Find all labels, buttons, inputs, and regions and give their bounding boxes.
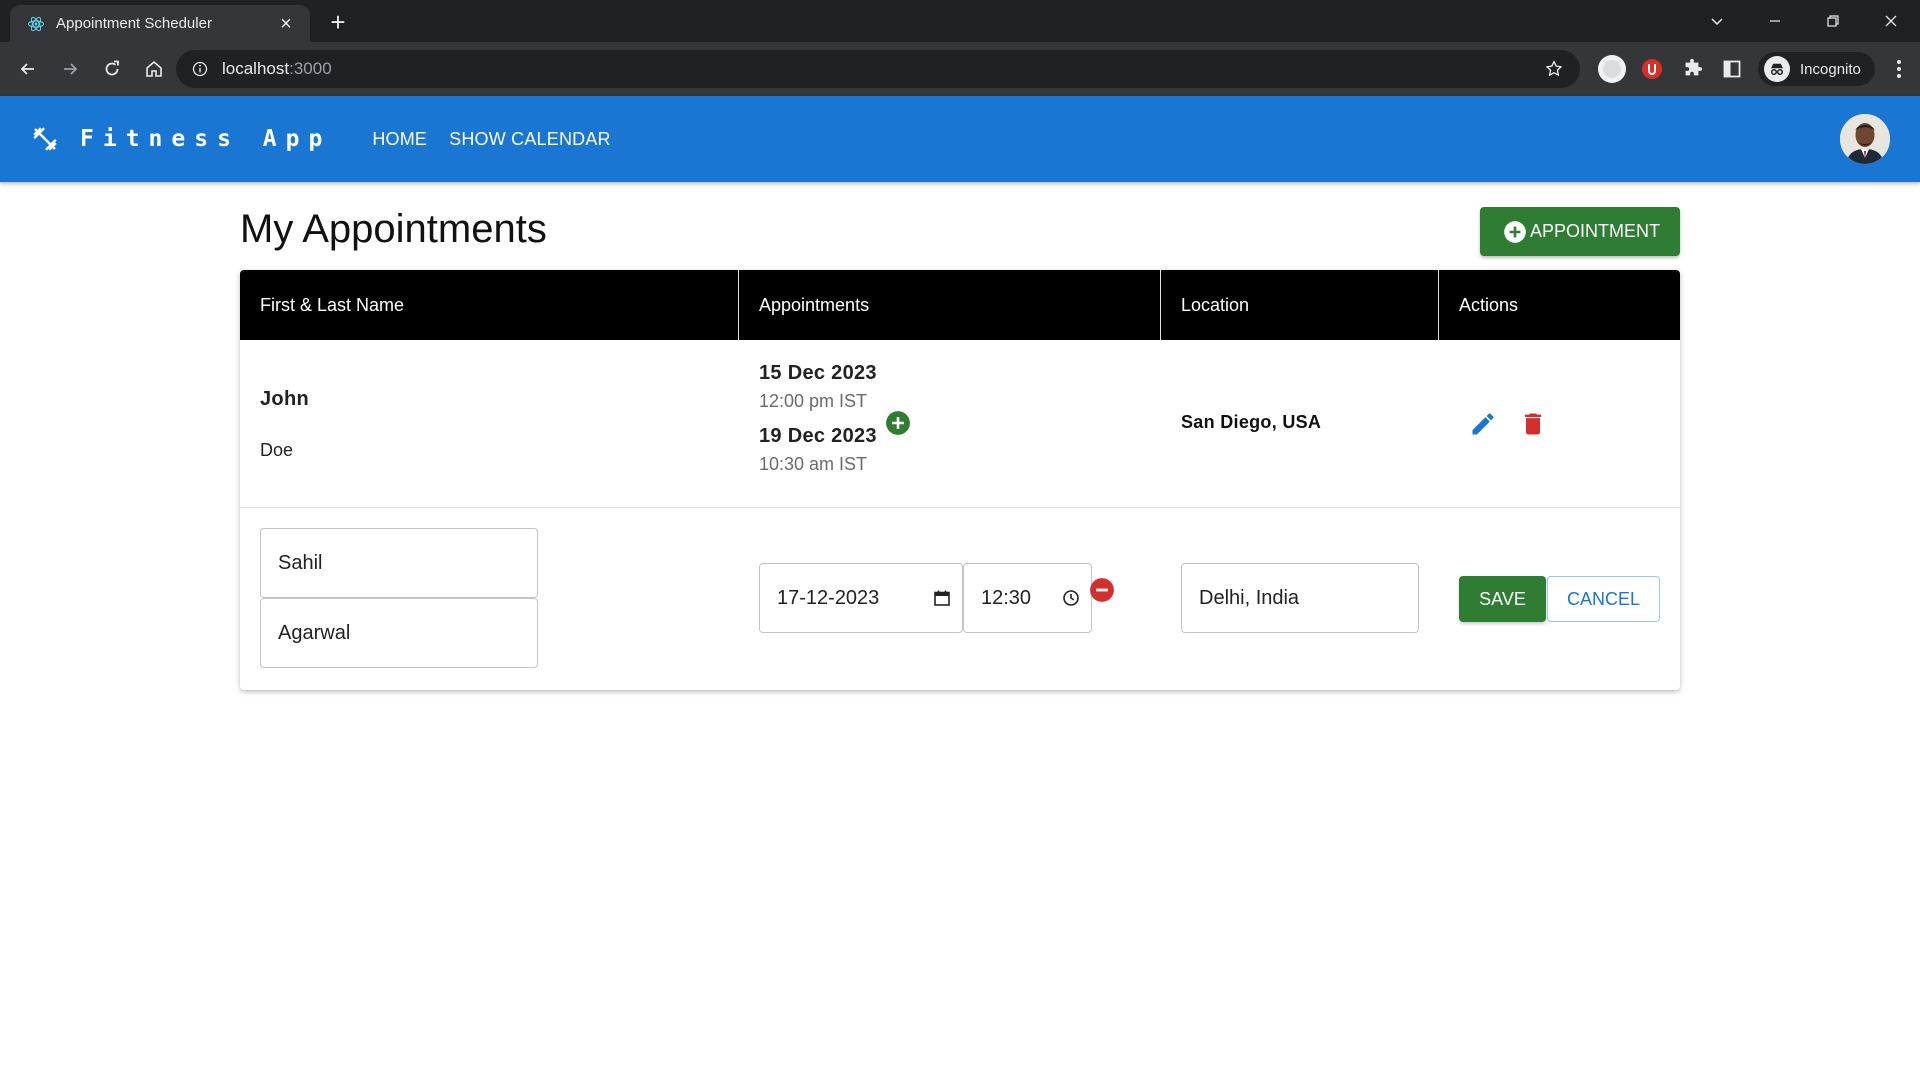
profile-circle-icon[interactable] [1592, 50, 1632, 88]
name-edit-cell: Sahil Agarwal [240, 508, 739, 690]
location-text: San Diego, USA [1181, 412, 1322, 432]
remove-appointment-icon[interactable] [1089, 577, 1115, 603]
dumbbell-icon [30, 124, 60, 154]
time-input[interactable]: 12:30 [963, 563, 1092, 633]
edit-actions-cell: SAVE CANCEL [1439, 508, 1680, 690]
nav-show-calendar[interactable]: SHOW CALENDAR [438, 123, 622, 156]
last-name: Doe [260, 440, 294, 460]
first-name-input[interactable]: Sahil [260, 528, 538, 598]
bookmark-star-icon[interactable] [1542, 57, 1566, 81]
name-cell: John Doe [240, 340, 739, 507]
save-button[interactable]: SAVE [1459, 576, 1546, 622]
tab-title: Appointment Scheduler [56, 15, 212, 32]
restore-icon[interactable] [1804, 0, 1862, 42]
react-logo-icon [26, 14, 46, 34]
location-value: Delhi, India [1199, 586, 1300, 609]
last-name-input[interactable]: Agarwal [260, 598, 538, 668]
close-window-icon[interactable] [1862, 0, 1920, 42]
appointment-date: 19 Dec 2023 [759, 425, 877, 447]
main-nav: HOME SHOW CALENDAR [361, 123, 621, 156]
page-title: My Appointments [240, 207, 547, 251]
location-input[interactable]: Delhi, India [1181, 563, 1419, 633]
first-name-value: Sahil [278, 551, 323, 574]
plus-circle-icon [1502, 219, 1528, 245]
extensions-puzzle-icon[interactable] [1672, 50, 1712, 88]
window-controls [1688, 0, 1920, 42]
first-name: John [260, 388, 309, 410]
extension-shield-icon[interactable] [1632, 50, 1672, 88]
browser-menu-icon[interactable] [1881, 50, 1917, 88]
back-arrow-icon[interactable] [8, 49, 48, 89]
incognito-icon [1764, 56, 1790, 82]
url-text: localhost:3000 [222, 59, 1542, 79]
address-bar[interactable]: localhost:3000 [176, 50, 1580, 88]
side-panel-icon[interactable] [1712, 50, 1752, 88]
appointment-time: 12:00 pm IST [759, 391, 868, 411]
clock-icon[interactable] [1051, 589, 1091, 607]
actions-cell [1439, 340, 1680, 507]
cancel-button[interactable]: CANCEL [1547, 576, 1660, 622]
edit-row: Sahil Agarwal 17-12-2023 12:30 Delhi, In… [240, 508, 1680, 690]
user-avatar[interactable] [1840, 114, 1890, 164]
appointment-item: 15 Dec 2023 12:00 pm IST [759, 362, 877, 412]
column-header-name: First & Last Name [240, 270, 739, 340]
add-appointment-button[interactable]: APPOINTMENT [1479, 207, 1680, 256]
extensions-area: Incognito [1592, 50, 1917, 88]
table-header: First & Last Name Appointments Location … [240, 270, 1680, 340]
appointment-edit-cell: 17-12-2023 12:30 [739, 508, 1161, 690]
add-appointment-slot-icon[interactable] [885, 410, 911, 436]
location-cell: San Diego, USA [1161, 340, 1439, 507]
browser-tab[interactable]: Appointment Scheduler × [10, 5, 310, 42]
date-input[interactable]: 17-12-2023 [759, 563, 963, 633]
column-header-actions: Actions [1459, 294, 1519, 315]
nav-home[interactable]: HOME [361, 123, 438, 156]
appointment-item: 19 Dec 2023 10:30 am IST [759, 425, 877, 475]
forward-arrow-icon[interactable] [50, 49, 90, 89]
column-header-appointments: Appointments [739, 270, 1161, 340]
pencil-icon[interactable] [1468, 408, 1498, 440]
table-row: John Doe 15 Dec 2023 12:00 pm IST 19 Dec… [240, 340, 1680, 508]
home-icon[interactable] [134, 49, 174, 89]
calendar-icon[interactable] [922, 589, 962, 607]
reload-icon[interactable] [92, 49, 132, 89]
brand-name[interactable]: Fitness App [80, 126, 331, 152]
incognito-label: Incognito [1800, 60, 1861, 78]
add-appointment-label: APPOINTMENT [1529, 221, 1660, 241]
location-edit-cell: Delhi, India [1161, 508, 1439, 690]
app-bar: Fitness App HOME SHOW CALENDAR [0, 96, 1920, 182]
url-host: localhost [222, 59, 290, 78]
last-name-value: Agarwal [278, 621, 351, 644]
appointment-time: 10:30 am IST [759, 454, 868, 474]
incognito-badge[interactable]: Incognito [1758, 52, 1875, 86]
url-port: :3000 [289, 59, 332, 78]
date-value: 17-12-2023 [777, 586, 880, 609]
appointment-date: 15 Dec 2023 [759, 362, 877, 384]
appointments-table: First & Last Name Appointments Location … [240, 270, 1680, 690]
trash-icon[interactable] [1518, 408, 1548, 440]
browser-tabstrip: Appointment Scheduler × + [0, 0, 1920, 42]
minimize-icon[interactable] [1746, 0, 1804, 42]
appointments-cell: 15 Dec 2023 12:00 pm IST 19 Dec 2023 10:… [739, 340, 1161, 507]
site-info-icon[interactable] [190, 59, 210, 79]
column-header-location: Location [1161, 270, 1439, 340]
browser-toolbar: localhost:3000 Incognito [0, 42, 1920, 96]
new-tab-icon[interactable]: + [324, 8, 352, 36]
tab-search-chevron-icon[interactable] [1688, 0, 1746, 42]
tab-close-icon[interactable]: × [274, 12, 298, 36]
time-value: 12:30 [981, 586, 1032, 609]
